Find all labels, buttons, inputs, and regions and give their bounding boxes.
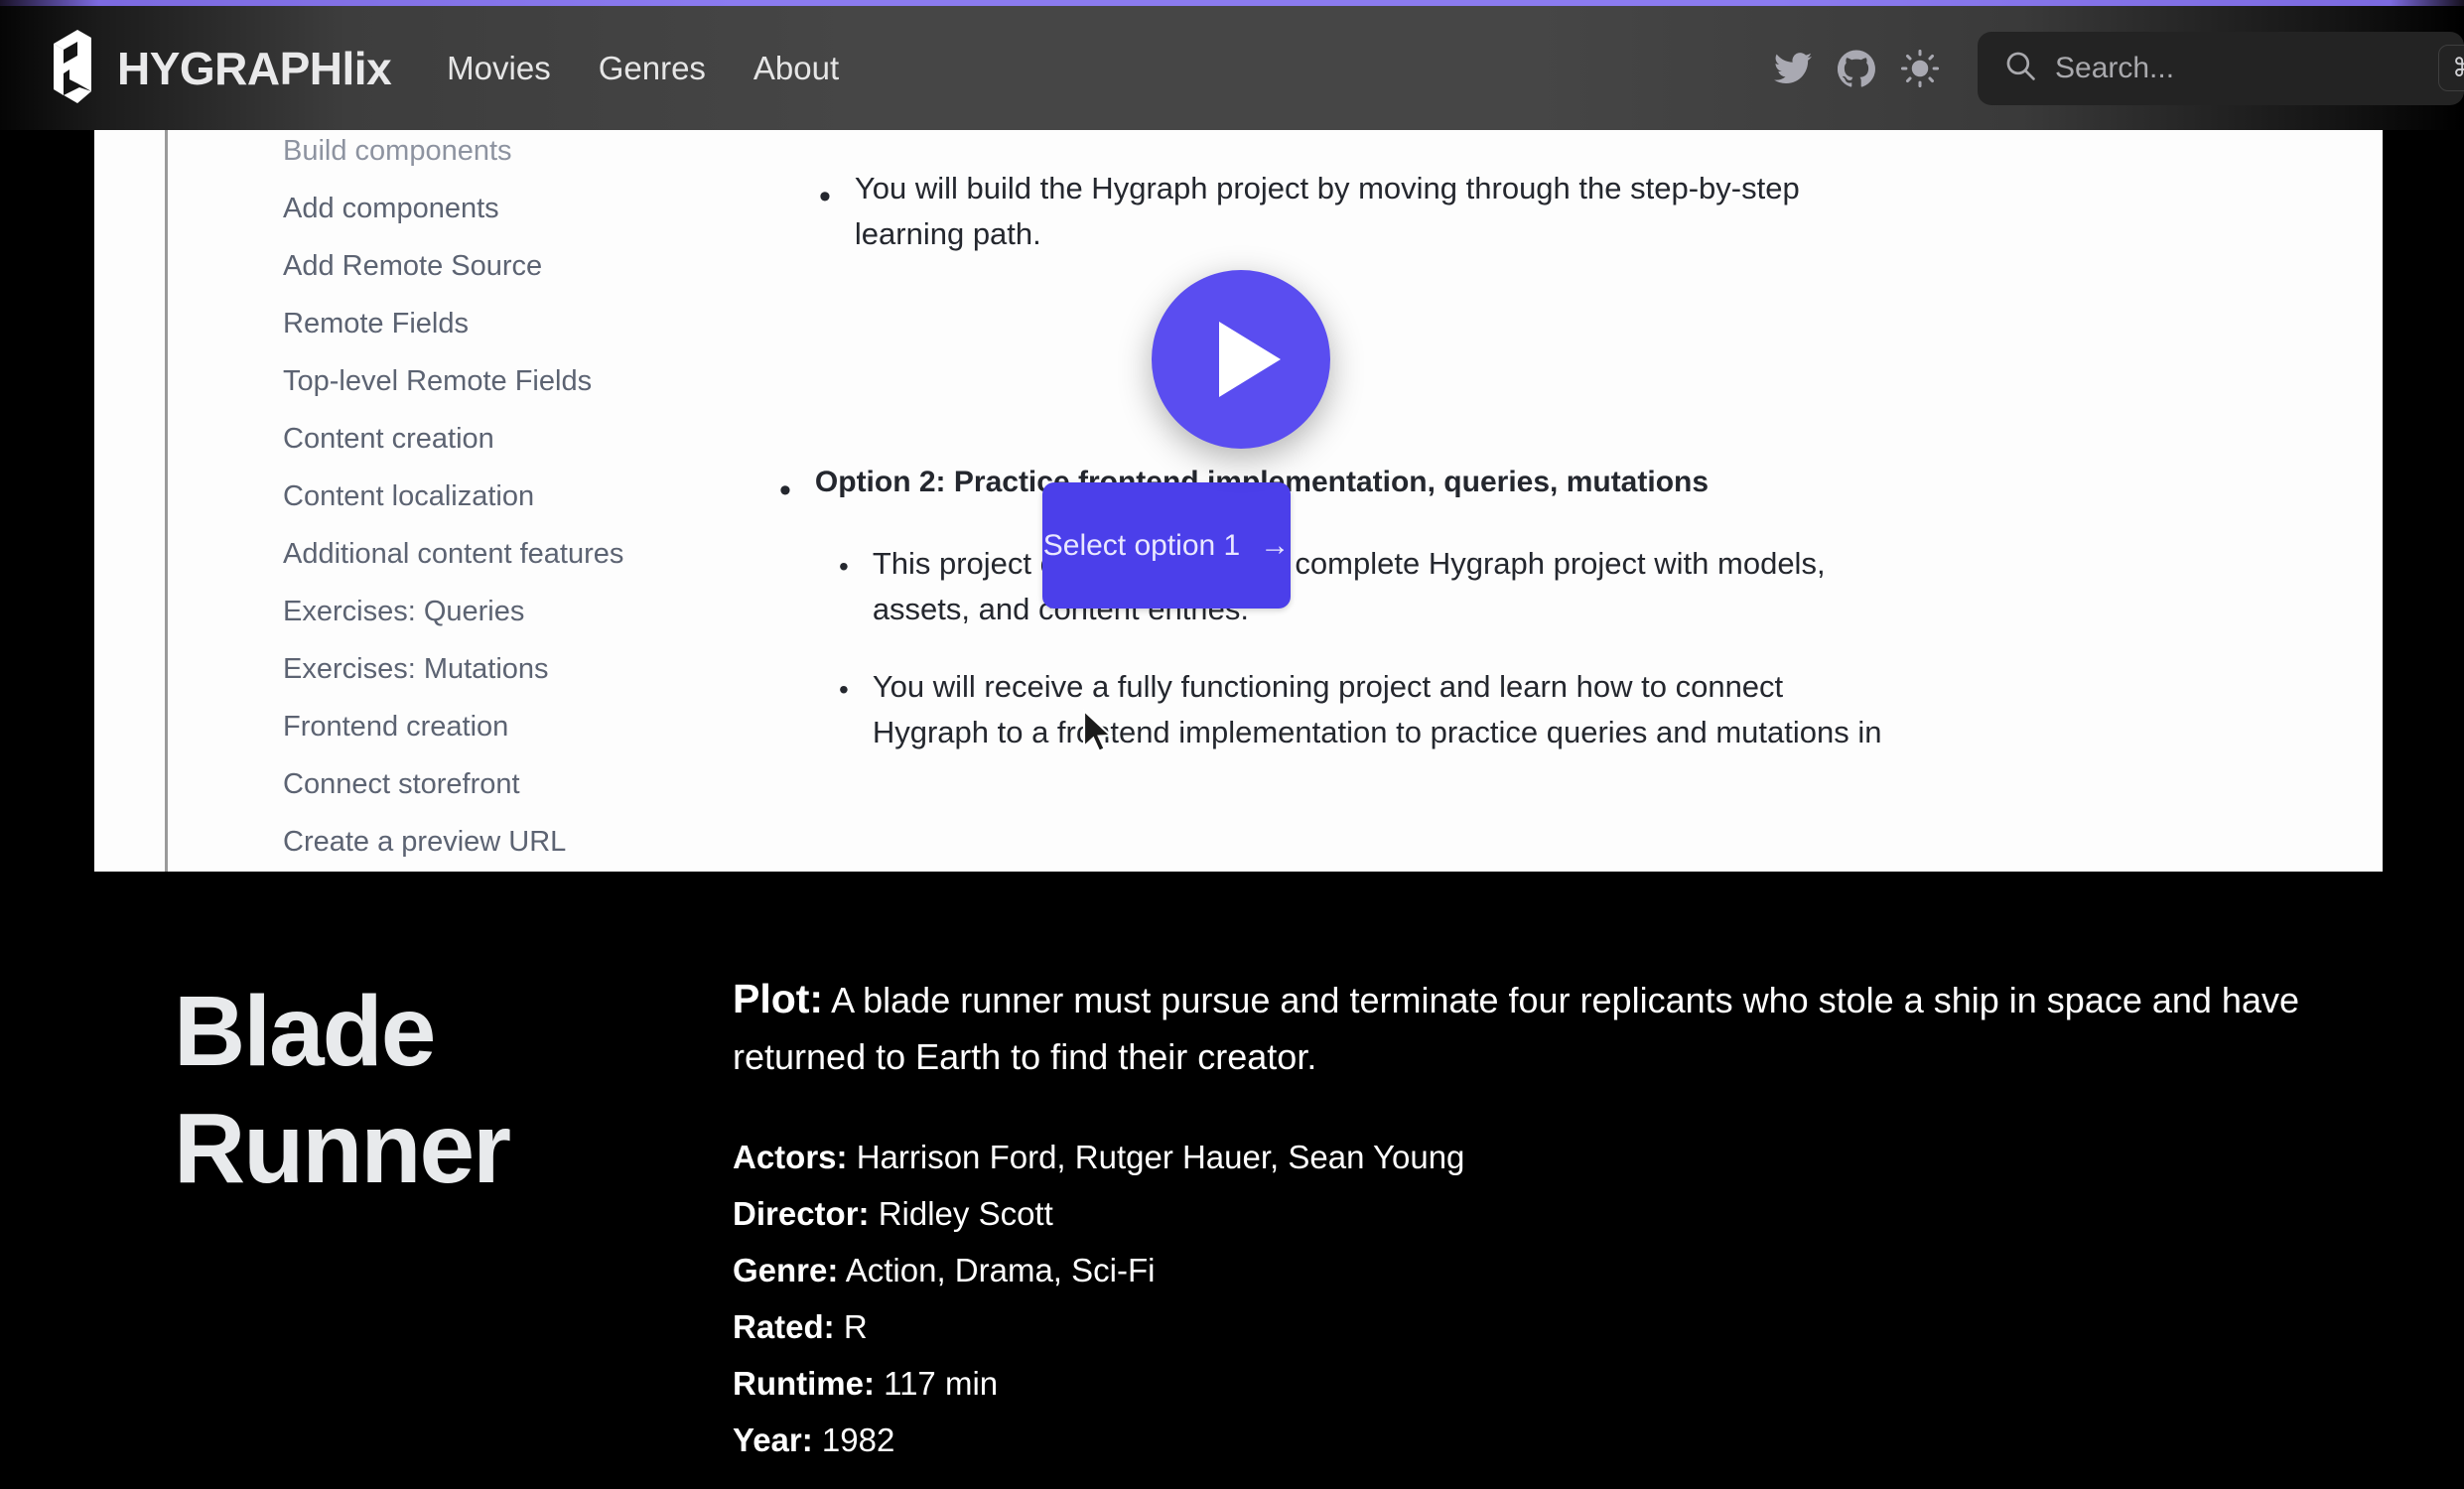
meta-label: Director:: [733, 1195, 870, 1232]
bullet-dot-icon: •: [839, 551, 849, 582]
theme-toggle-sun-icon[interactable]: [1888, 37, 1952, 100]
meta-label: Actors:: [733, 1139, 848, 1175]
slide-frame: Build components Add components Add Remo…: [94, 130, 2383, 872]
meta-label: Rated:: [733, 1308, 835, 1345]
slide-content: • You will build the Hygraph project by …: [779, 130, 2308, 755]
header-actions: ⌘ K: [1761, 31, 2464, 105]
slide-bullet: • You will build the Hygraph project by …: [819, 166, 2308, 257]
bullet-dot-icon: •: [819, 178, 831, 215]
meta-row-rated: Rated: R: [733, 1298, 2341, 1355]
search-icon: [2003, 49, 2037, 87]
meta-label: Runtime:: [733, 1365, 875, 1402]
meta-row-actors: Actors: Harrison Ford, Rutger Hauer, Sea…: [733, 1129, 2341, 1185]
nav-item-genres[interactable]: Genres: [599, 50, 706, 87]
search-input[interactable]: [2055, 51, 2438, 85]
brand-name: HYGRAPHlix: [117, 42, 392, 94]
meta-row-year: Year: 1982: [733, 1412, 2341, 1468]
toc-item: Add Remote Source: [283, 250, 543, 282]
meta-value: Harrison Ford, Rutger Hauer, Sean Young: [856, 1139, 1465, 1175]
toc-item: Build components: [283, 135, 512, 167]
toc-item: Frontend creation: [283, 711, 509, 743]
select-option-1-label: Select option 1: [1042, 528, 1241, 562]
bullet-dot-icon: •: [779, 472, 791, 509]
meta-label: Year:: [733, 1421, 813, 1458]
nav-item-about[interactable]: About: [753, 50, 839, 87]
video-player[interactable]: Build components Add components Add Remo…: [0, 130, 2464, 872]
slide-bullet-text: This project clone includes the complete…: [872, 546, 1826, 626]
meta-value: Action, Drama, Sci-Fi: [845, 1252, 1156, 1288]
main-nav: Movies Genres About: [447, 50, 839, 87]
toc-item: Additional content features: [283, 538, 624, 570]
toc-item: Content localization: [283, 480, 535, 512]
toc-item: Add components: [283, 193, 499, 224]
arrow-right-icon: →: [1260, 528, 1291, 562]
meta-value: 1982: [821, 1421, 895, 1458]
toc-item: Remote Fields: [283, 308, 469, 339]
movie-detail-section: Blade Runner Plot: A blade runner must p…: [0, 872, 2464, 1489]
top-accent-bar: [0, 0, 2464, 6]
play-button[interactable]: [1152, 270, 1330, 449]
play-icon: [1219, 322, 1281, 397]
meta-row-runtime: Runtime: 117 min: [733, 1355, 2341, 1412]
meta-value: R: [843, 1308, 868, 1345]
slide-bullet-text: You will build the Hygraph project by mo…: [854, 171, 1800, 251]
hygraph-logo-icon: [40, 29, 91, 107]
site-header: HYGRAPHlix Movies Genres About Search...: [0, 6, 2464, 130]
toc-item: Exercises: Mutations: [283, 653, 549, 685]
twitter-icon[interactable]: [1761, 37, 1825, 100]
brand-logo-link[interactable]: HYGRAPHlix: [40, 29, 392, 107]
search-shortcut-badge: ⌘ K: [2438, 45, 2464, 91]
search-box[interactable]: ⌘ K: [1978, 31, 2464, 105]
meta-row-director: Director: Ridley Scott: [733, 1185, 2341, 1242]
toc-item: Top-level Remote Fields: [283, 365, 593, 397]
movie-plot: Plot: A blade runner must pursue and ter…: [733, 971, 2341, 1085]
meta-value: Ridley Scott: [878, 1195, 1053, 1232]
slide-table-of-contents: Build components Add components Add Remo…: [283, 130, 710, 871]
movie-meta-list: Actors: Harrison Ford, Rutger Hauer, Sea…: [733, 1129, 2341, 1468]
toc-item: Exercises: Queries: [283, 596, 525, 627]
plot-label: Plot:: [733, 976, 824, 1021]
meta-label: Genre:: [733, 1252, 839, 1288]
toc-item: Connect storefront: [283, 768, 520, 800]
meta-value: 117 min: [884, 1365, 999, 1402]
movie-title: Blade Runner: [174, 976, 511, 1204]
meta-row-genre: Genre: Action, Drama, Sci-Fi: [733, 1242, 2341, 1298]
select-option-1-button[interactable]: Select option 1 →: [1042, 482, 1291, 609]
bullet-dot-icon: •: [839, 674, 849, 705]
slide-bullet: • You will receive a fully functioning p…: [839, 664, 2308, 755]
slide-bullet-text: You will receive a fully functioning pro…: [872, 669, 1882, 749]
slide-bullet: • Option 2: Practice frontend implementa…: [779, 460, 2308, 507]
toc-item: Content creation: [283, 423, 494, 455]
github-icon[interactable]: [1825, 37, 1888, 100]
plot-text: A blade runner must pursue and terminate…: [733, 980, 2299, 1077]
toc-item: Create a preview URL: [283, 826, 567, 858]
nav-item-movies[interactable]: Movies: [447, 50, 551, 87]
slide-divider: [165, 130, 168, 872]
movie-info: Plot: A blade runner must pursue and ter…: [733, 971, 2341, 1468]
